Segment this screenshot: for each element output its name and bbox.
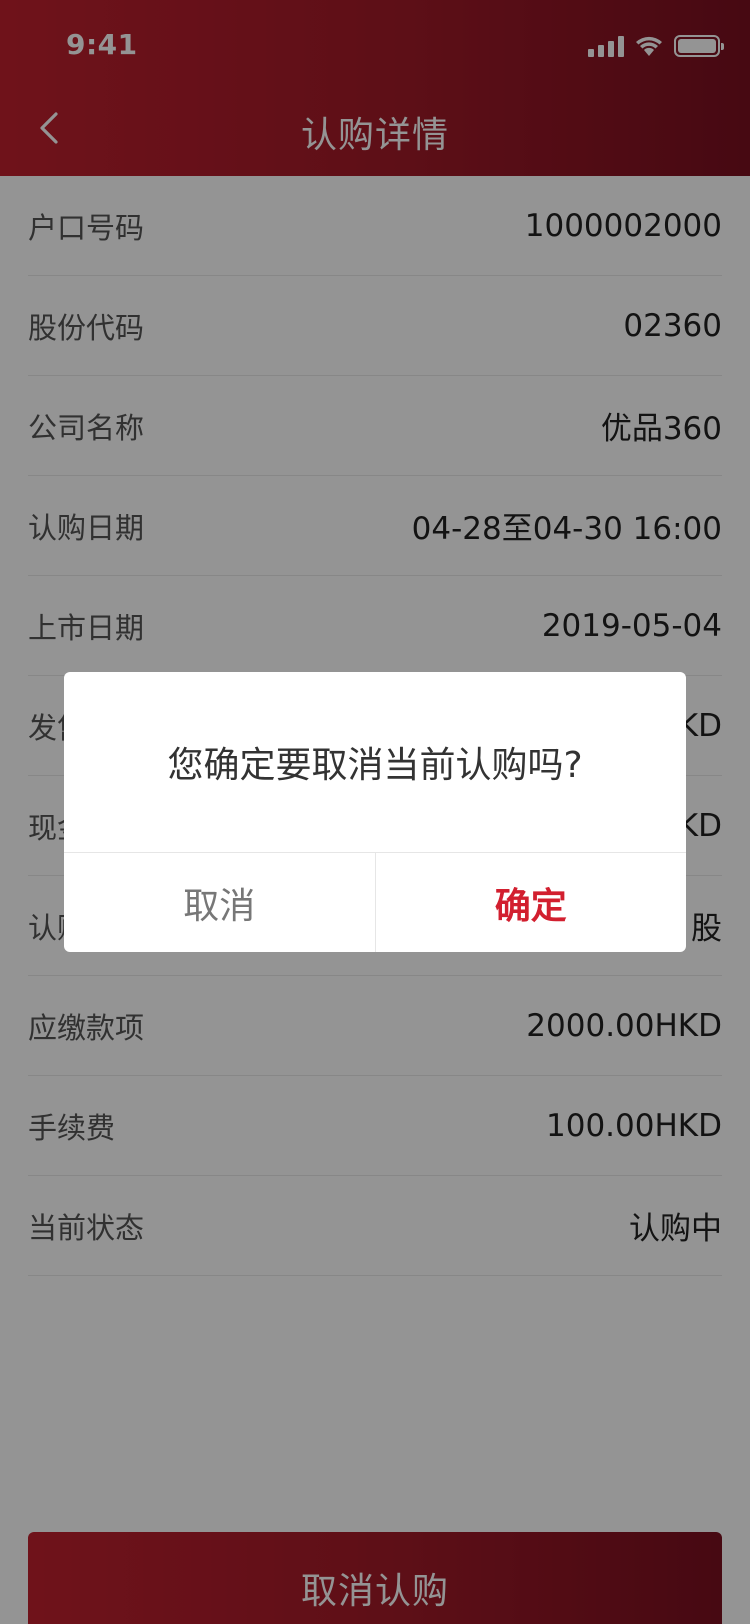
confirm-cancel-dialog: 您确定要取消当前认购吗? 取消 确定 (64, 672, 686, 952)
dialog-confirm-button[interactable]: 确定 (376, 853, 687, 952)
dialog-actions: 取消 确定 (64, 852, 686, 952)
dialog-cancel-button[interactable]: 取消 (64, 853, 376, 952)
dialog-message: 您确定要取消当前认购吗? (167, 745, 583, 786)
